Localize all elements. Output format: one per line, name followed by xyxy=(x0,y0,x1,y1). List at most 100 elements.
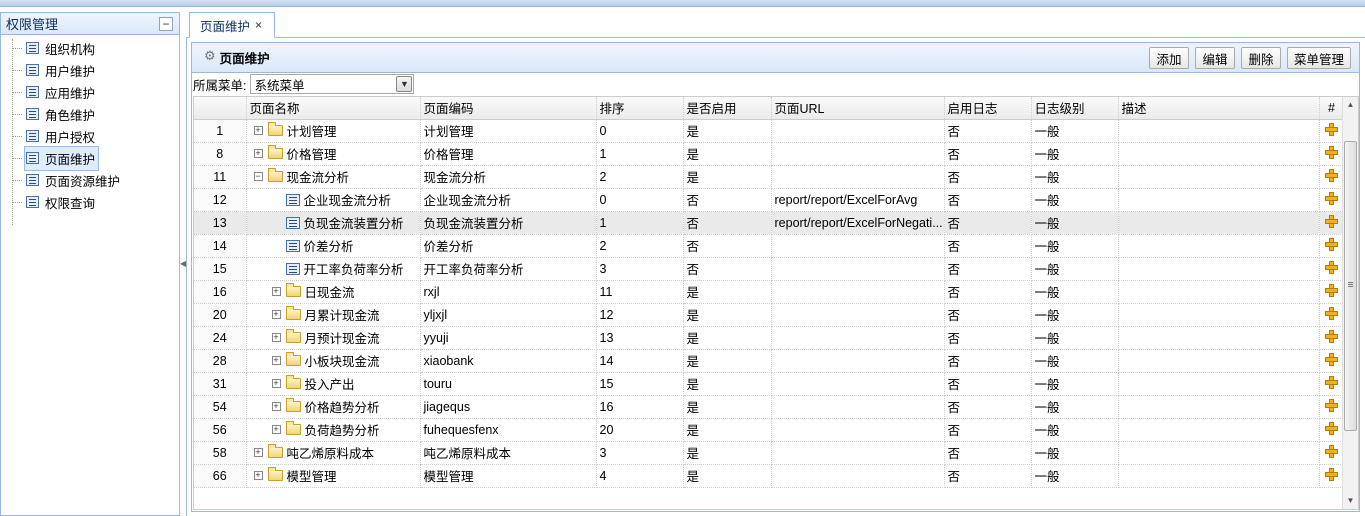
expand-icon[interactable]: + xyxy=(253,126,263,135)
table-row[interactable]: 24 + 月预计现金流 yyuji 13 是 否一般 xyxy=(194,326,1345,350)
add-button[interactable]: 添加 xyxy=(1149,47,1189,69)
add-child-plus-icon[interactable] xyxy=(1325,145,1338,159)
scroll-down-icon[interactable]: ▼ xyxy=(1343,493,1358,509)
folder-icon xyxy=(267,467,283,481)
table-header-row: 页面名称 页面编码 排序 是否启用 页面URL 启用日志 日志级别 描述 # xyxy=(194,97,1345,120)
add-child-plus-icon[interactable] xyxy=(1325,444,1338,458)
table-row[interactable]: 1 + 计划管理 计划管理 0 是否一般 xyxy=(194,119,1345,143)
add-child-plus-icon[interactable] xyxy=(1325,306,1338,320)
expand-icon[interactable]: + xyxy=(271,287,281,296)
order-cell: 2 xyxy=(596,234,684,258)
log-cell: 否 xyxy=(944,234,1032,258)
table-row[interactable]: 28 + 小板块现金流 xiaobank 14 是 否一般 xyxy=(194,349,1345,373)
add-child-plus-icon[interactable] xyxy=(1325,398,1338,412)
table-row[interactable]: 54 + 价格趋势分析 jiagequs 16 是 否一般 xyxy=(194,395,1345,419)
page-icon xyxy=(26,108,39,120)
tabs-bar: 页面维护 × xyxy=(186,12,1365,38)
table-row[interactable]: 16 + 日现金流 rxjl 11 是 否一般 xyxy=(194,280,1345,304)
table-row[interactable]: 14 价差分析 价差分析 2 否否一般 xyxy=(194,234,1345,258)
column-header[interactable]: 页面编码 xyxy=(420,97,597,120)
table-row[interactable]: 11− 现金流分析 现金流分析 2 是否一般 xyxy=(194,165,1345,189)
column-header[interactable]: 页面URL xyxy=(771,97,945,120)
row-number: 31 xyxy=(194,372,247,396)
add-child-plus-icon[interactable] xyxy=(1325,191,1338,205)
nav-item[interactable]: 权限查询 xyxy=(1,191,179,213)
menu-management-button[interactable]: 菜单管理 xyxy=(1287,47,1351,69)
collapse-icon[interactable]: − xyxy=(253,172,263,181)
page-name: 日现金流 xyxy=(304,286,355,300)
close-icon[interactable]: × xyxy=(255,18,262,32)
nav-item[interactable]: 应用维护 xyxy=(1,81,179,103)
vertical-scrollbar[interactable]: ▲ ▼ xyxy=(1342,97,1358,509)
log-level-cell: 一般 xyxy=(1031,257,1119,281)
scroll-up-icon[interactable]: ▲ xyxy=(1343,97,1358,113)
order-cell: 16 xyxy=(596,395,684,419)
tab-page-maintenance[interactable]: 页面维护 × xyxy=(189,12,275,38)
description-cell xyxy=(1118,464,1320,488)
add-child-plus-icon[interactable] xyxy=(1325,168,1338,182)
page-name: 模型管理 xyxy=(286,470,337,484)
expand-icon[interactable]: + xyxy=(253,149,263,158)
row-number: 1 xyxy=(194,119,247,143)
expand-icon[interactable]: + xyxy=(253,448,263,457)
page-icon xyxy=(26,42,39,54)
top-bar xyxy=(0,0,1365,7)
table-row[interactable]: 13 负现金流装置分析 负现金流装置分析 1 否 report/report/ExcelF… xyxy=(194,211,1345,235)
add-row-cell xyxy=(1319,372,1345,396)
column-header[interactable]: 启用日志 xyxy=(944,97,1032,120)
table-row[interactable]: 66 + 模型管理 模型管理 4 是否一般 xyxy=(194,464,1345,488)
add-child-plus-icon[interactable] xyxy=(1325,260,1338,274)
column-header[interactable]: 日志级别 xyxy=(1031,97,1119,120)
add-child-plus-icon[interactable] xyxy=(1325,375,1338,389)
expand-icon[interactable]: + xyxy=(271,402,281,411)
column-header[interactable]: # xyxy=(1319,97,1345,120)
scrollbar-thumb[interactable] xyxy=(1344,141,1357,431)
expand-icon[interactable]: + xyxy=(271,333,281,342)
add-child-plus-icon[interactable] xyxy=(1325,421,1338,435)
page-name-cell: + 投入产出 xyxy=(246,372,421,396)
add-child-plus-icon[interactable] xyxy=(1325,237,1338,251)
add-child-plus-icon[interactable] xyxy=(1325,122,1338,136)
table-row[interactable]: 56 + 负荷趋势分析 fuhequesfenx 20 是 否一般 xyxy=(194,418,1345,442)
collapse-panel-button[interactable]: − xyxy=(159,17,173,31)
menu-select[interactable]: 系统菜单 ▼ xyxy=(250,74,415,94)
expand-icon[interactable]: + xyxy=(271,379,281,388)
nav-item[interactable]: 用户维护 xyxy=(1,59,179,81)
column-header[interactable]: 是否启用 xyxy=(683,97,772,120)
add-child-plus-icon[interactable] xyxy=(1325,214,1338,228)
table-row[interactable]: 12 企业现金流分析 企业现金流分析 0 否 report/report/ExcelFor… xyxy=(194,188,1345,212)
add-child-plus-icon[interactable] xyxy=(1325,467,1338,481)
nav-item[interactable]: 页面资源维护 xyxy=(1,169,179,191)
add-child-plus-icon[interactable] xyxy=(1325,352,1338,366)
table-row[interactable]: 15 开工率负荷率分析 开工率负荷率分析 3 否否一般 xyxy=(194,257,1345,281)
log-level-cell: 一般 xyxy=(1031,349,1119,373)
nav-item[interactable]: 组织机构 xyxy=(1,37,179,59)
table-row[interactable]: 58 + 吨乙烯原料成本 吨乙烯原料成本 3 是否一般 xyxy=(194,441,1345,465)
nav-item[interactable]: 用户授权 xyxy=(1,125,179,147)
column-header[interactable]: 页面名称 xyxy=(246,97,421,120)
order-cell: 1 xyxy=(596,142,684,166)
table-row[interactable]: 8 + 价格管理 价格管理 1 是否一般 xyxy=(194,142,1345,166)
expand-icon[interactable]: + xyxy=(271,356,281,365)
nav-item[interactable]: 页面维护 xyxy=(1,145,179,171)
add-child-plus-icon[interactable] xyxy=(1325,329,1338,343)
table-row[interactable]: 20 + 月累计现金流 yljxjl 12 是 否一般 xyxy=(194,303,1345,327)
page-name: 现金流分析 xyxy=(286,171,350,185)
delete-button[interactable]: 删除 xyxy=(1241,47,1281,69)
table-row[interactable]: 31 + 投入产出 touru 15 是 否一般 xyxy=(194,372,1345,396)
page-name-cell: 企业现金流分析 xyxy=(246,188,421,212)
nav-item-wrap[interactable]: 权限查询 xyxy=(24,190,99,215)
column-header[interactable]: 排序 xyxy=(596,97,684,120)
expand-icon[interactable]: + xyxy=(253,471,263,480)
column-header[interactable]: 描述 xyxy=(1118,97,1320,120)
order-cell: 4 xyxy=(596,464,684,488)
expand-icon[interactable]: + xyxy=(271,310,281,319)
nav-item[interactable]: 角色维护 xyxy=(1,103,179,125)
chevron-down-icon[interactable]: ▼ xyxy=(396,76,413,92)
log-cell: 否 xyxy=(944,257,1032,281)
expand-icon[interactable]: + xyxy=(271,425,281,434)
add-child-plus-icon[interactable] xyxy=(1325,283,1338,297)
edit-button[interactable]: 编辑 xyxy=(1195,47,1235,69)
add-row-cell xyxy=(1319,418,1345,442)
folder-icon xyxy=(285,283,301,297)
